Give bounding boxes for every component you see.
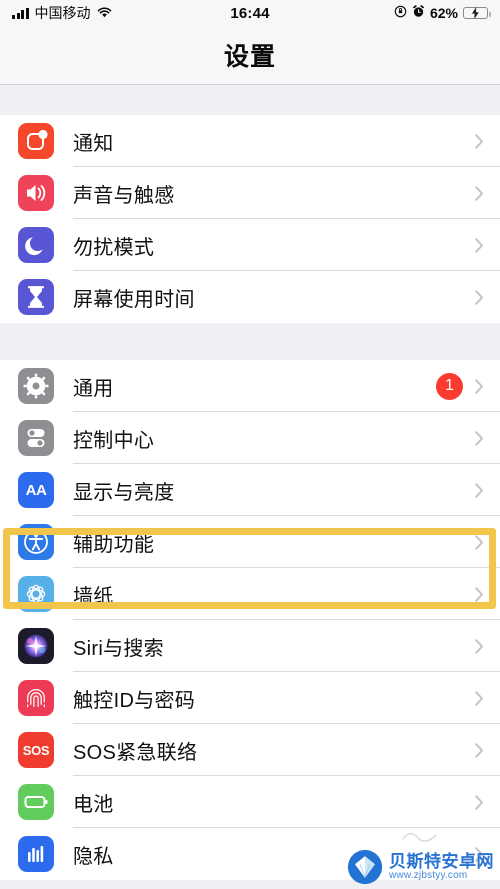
chevron-right-icon: [475, 430, 483, 446]
sos-icon: SOS: [18, 732, 54, 768]
control-center-icon: [18, 420, 54, 456]
aa-glyph: AA: [25, 481, 47, 499]
settings-row[interactable]: 通用 1: [0, 360, 500, 412]
settings-row-accessory: [475, 430, 484, 446]
chevron-right-icon: [475, 534, 483, 550]
settings-row-accessory: [475, 742, 484, 758]
settings-row-accessory: [475, 289, 484, 305]
do-not-disturb-icon: [18, 227, 54, 263]
settings-row[interactable]: 屏幕使用时间: [0, 271, 500, 323]
settings-row-label: 显示与亮度: [73, 481, 175, 504]
settings-row-label: SOS紧急联络: [73, 741, 198, 764]
signal-bars-icon: [12, 7, 29, 19]
sounds-haptics-icon: [18, 175, 54, 211]
chevron-right-icon: [475, 690, 483, 706]
chevron-right-icon: [475, 482, 483, 498]
watermark-squiggle: [402, 829, 438, 847]
settings-row-accessory: [475, 586, 484, 602]
list-top-spacer: [0, 85, 500, 115]
settings-row[interactable]: 声音与触感: [0, 167, 500, 219]
chevron-right-icon: [475, 586, 483, 602]
settings-row-accessory: 1: [436, 372, 484, 400]
settings-list[interactable]: 通知声音与触感勿扰模式屏幕使用时间 通用 1 控制中心 AA 显示与亮度辅助功能墙纸 Si…: [0, 85, 500, 880]
page-title: 设置: [223, 43, 276, 71]
site-watermark: 贝斯特安卓网 www.zjbstyy.com: [347, 849, 494, 885]
chevron-right-icon: [475, 638, 483, 654]
siri-icon: [18, 628, 54, 664]
wallpaper-icon: [18, 576, 54, 612]
settings-row-accessory: [475, 534, 484, 550]
settings-row-label: Siri与搜索: [73, 637, 164, 660]
touch-id-icon: [18, 680, 54, 716]
chevron-right-icon: [475, 378, 483, 394]
settings-row-accessory: [475, 690, 484, 706]
settings-row-accessory: [475, 237, 484, 253]
privacy-icon: [18, 836, 54, 872]
settings-row[interactable]: 辅助功能: [0, 516, 500, 568]
settings-row[interactable]: 控制中心: [0, 412, 500, 464]
status-bar-left: 中国移动: [12, 3, 112, 23]
settings-row[interactable]: 勿扰模式: [0, 219, 500, 271]
chevron-right-icon: [475, 742, 483, 758]
sos-glyph: SOS: [22, 742, 50, 758]
settings-row-accessory: [475, 482, 484, 498]
settings-row-accessory: [475, 638, 484, 654]
carrier-label: 中国移动: [34, 5, 91, 21]
settings-row-label: 触控ID与密码: [73, 689, 196, 712]
settings-row-label: 通用: [73, 377, 114, 400]
wifi-icon: [97, 5, 112, 22]
settings-row-label: 隐私: [73, 845, 114, 868]
chevron-right-icon: [475, 133, 483, 149]
settings-row-label: 屏幕使用时间: [73, 288, 195, 311]
watermark-site-url: www.zjbstyy.com: [389, 869, 468, 881]
settings-row[interactable]: 电池: [0, 776, 500, 828]
alarm-clock-icon: [412, 5, 425, 21]
settings-row-label: 控制中心: [73, 429, 155, 452]
rotation-lock-icon: [394, 5, 407, 21]
settings-row-label: 声音与触感: [73, 184, 175, 207]
settings-group-notifications: 通知声音与触感勿扰模式屏幕使用时间: [0, 115, 500, 323]
settings-group-general: 通用 1 控制中心 AA 显示与亮度 辅助功能 墙纸 Siri与搜索 触控ID与密码 SOS SOS…: [0, 360, 500, 880]
accessibility-icon: [18, 524, 54, 560]
battery-charging-icon: [463, 6, 491, 19]
watermark-logo-icon: [347, 849, 383, 885]
navigation-bar: 设置: [0, 26, 500, 85]
settings-row[interactable]: 触控ID与密码: [0, 672, 500, 724]
settings-row-label: 通知: [73, 132, 114, 155]
status-bar-right: 62%: [394, 5, 491, 21]
watermark-site-name: 贝斯特安卓网: [389, 851, 494, 871]
chevron-right-icon: [475, 185, 483, 201]
screen-time-icon: [18, 279, 54, 315]
settings-row[interactable]: 通知: [0, 115, 500, 167]
settings-row-accessory: [475, 185, 484, 201]
settings-screen: 中国移动 16:44 62% 设置 通知 声音与触感 勿扰模式 屏幕使用时间 通…: [0, 0, 500, 889]
settings-row[interactable]: 墙纸: [0, 568, 500, 620]
status-bar: 中国移动 16:44 62%: [0, 0, 500, 26]
settings-row-label: 勿扰模式: [73, 236, 155, 259]
chevron-right-icon: [475, 237, 483, 253]
notification-badge: 1: [436, 372, 463, 400]
settings-row-label: 墙纸: [73, 585, 114, 608]
settings-row-label: 电池: [73, 793, 114, 816]
settings-row-label: 辅助功能: [73, 533, 155, 556]
chevron-right-icon: [475, 794, 483, 810]
battery-icon: [18, 784, 54, 820]
settings-row[interactable]: SOS SOS紧急联络: [0, 724, 500, 776]
settings-row[interactable]: AA 显示与亮度: [0, 464, 500, 516]
chevron-right-icon: [475, 289, 483, 305]
gear-icon: [18, 368, 54, 404]
notifications-icon: [18, 123, 54, 159]
settings-row-accessory: [475, 133, 484, 149]
settings-row-accessory: [475, 794, 484, 810]
battery-percent-label: 62%: [429, 5, 458, 21]
display-brightness-icon: AA: [18, 472, 54, 508]
settings-row[interactable]: Siri与搜索: [0, 620, 500, 672]
list-group-spacer: [0, 323, 500, 360]
